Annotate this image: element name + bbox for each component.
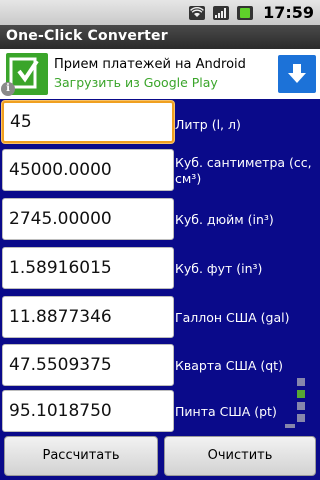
conversion-row: 95.1018750 Пинта США (pt)	[0, 390, 320, 434]
liter-input[interactable]: 45	[2, 101, 174, 143]
unit-label: Куб. сантиметра (cc, см³)	[175, 155, 312, 187]
conversion-row: 2745.00000 Куб. дюйм (in³)	[0, 198, 320, 242]
unit-label: Пинта США (pt)	[175, 404, 277, 419]
ad-subtitle[interactable]: Загрузить из Google Play	[54, 75, 218, 90]
unit-label: Галлон США (gal)	[175, 310, 290, 325]
app-title: One-Click Converter	[6, 28, 168, 44]
us-gallon-field[interactable]: 11.8877346	[2, 296, 174, 338]
signal-icon	[211, 4, 231, 22]
unit-label-line2: см³)	[175, 171, 202, 186]
cubic-inch-field[interactable]: 2745.00000	[2, 198, 174, 240]
watermark-logo-icon	[279, 376, 309, 436]
unit-label: Куб. дюйм (in³)	[175, 212, 274, 227]
wifi-icon	[187, 4, 207, 22]
cubic-foot-field[interactable]: 1.58916015	[2, 247, 174, 289]
ad-info-icon[interactable]: i	[1, 82, 15, 96]
status-bar: 17:59	[0, 0, 320, 25]
ad-title[interactable]: Прием платежей на Android	[54, 57, 246, 72]
cubic-centimeter-field[interactable]: 45000.0000	[2, 149, 174, 191]
title-bar: One-Click Converter	[0, 25, 320, 49]
download-icon[interactable]	[278, 55, 316, 93]
unit-label: Литр (l, л)	[175, 117, 241, 132]
us-quart-field[interactable]: 47.5509375	[2, 344, 174, 386]
unit-label: Куб. фут (in³)	[175, 261, 263, 276]
clear-button[interactable]: Очистить	[164, 436, 316, 476]
unit-label-line1: Куб. сантиметра (cc,	[175, 155, 312, 170]
unit-label: Кварта США (qt)	[175, 358, 283, 373]
status-clock: 17:59	[263, 3, 314, 22]
calculate-button[interactable]: Рассчитать	[4, 436, 158, 476]
conversion-row: 1.58916015 Куб. фут (in³)	[0, 247, 320, 291]
conversion-row: 45 Литр (l, л)	[0, 101, 320, 145]
ad-banner[interactable]: Прием платежей на Android Загрузить из G…	[0, 49, 320, 99]
conversion-row: 47.5509375 Кварта США (qt)	[0, 344, 320, 388]
conversion-row: 11.8877346 Галлон США (gal)	[0, 296, 320, 340]
status-icons: 17:59	[187, 0, 320, 25]
conversion-row: 45000.0000 Куб. сантиметра (cc, см³)	[0, 149, 320, 193]
battery-icon	[235, 4, 255, 22]
us-pint-field[interactable]: 95.1018750	[2, 390, 174, 432]
